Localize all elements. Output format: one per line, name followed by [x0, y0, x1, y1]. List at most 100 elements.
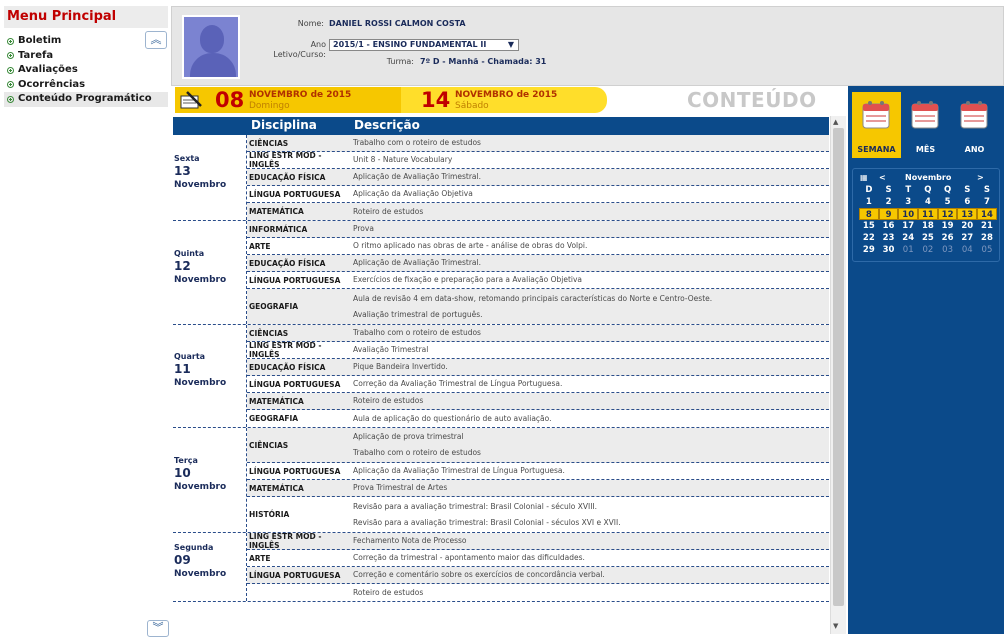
descricao-cell: Aplicação da Avaliação Trimestral de Lín…: [351, 463, 829, 479]
day-cell: Quinta 12 Novembro: [173, 221, 247, 324]
day-weekday: Quarta: [174, 352, 206, 361]
view-year-label: ANO: [964, 145, 985, 154]
calendar-day[interactable]: 30: [879, 244, 899, 256]
descricao-cell: Roteiro de estudos: [351, 584, 829, 601]
calendar-day[interactable]: 5: [938, 196, 958, 208]
disciplina-cell: LÍNGUA PORTUGUESA: [249, 275, 341, 285]
calendar-day[interactable]: 3: [898, 196, 918, 208]
calendar-day[interactable]: 13: [957, 208, 978, 220]
scroll-up-arrow-icon[interactable]: ▲: [833, 118, 838, 126]
descricao-line: Aplicação de Avaliação Trimestral.: [353, 172, 481, 181]
scroll-down-button[interactable]: ︾: [147, 620, 169, 637]
calendar-day[interactable]: 2: [879, 196, 899, 208]
plus-circle-icon: [7, 95, 14, 103]
calendar-panel: SEMANA MÊS ANO ▦ < Novembro > D S T Q Q …: [848, 86, 1004, 634]
plus-circle-icon: [7, 37, 14, 45]
calendar-day[interactable]: 10: [898, 208, 919, 220]
table-scrollbar[interactable]: ▲ ▼: [830, 116, 846, 634]
disciplina-cell: LÍNGUA PORTUGUESA: [249, 379, 341, 389]
scroll-thumb[interactable]: [833, 128, 844, 606]
descricao-cell: Correção da trimestral - apontamento mai…: [351, 550, 829, 566]
calendar-day[interactable]: 03: [938, 244, 958, 256]
calendar-day[interactable]: 1: [859, 196, 879, 208]
table-row: LING ESTR MOD - INGLÊS Avaliação Trimestr…: [247, 341, 829, 359]
calendar-day[interactable]: 6: [957, 196, 977, 208]
calendar-day[interactable]: 20: [957, 220, 977, 232]
day-cell: Terça 10 Novembro: [173, 428, 247, 532]
scroll-down-arrow-icon[interactable]: ▼: [833, 622, 838, 630]
day-month: Novembro: [174, 274, 227, 285]
double-chevron-down-icon: ︾: [152, 621, 164, 634]
menu-item[interactable]: Avaliações: [4, 63, 168, 78]
weekday-row: DSTQQSS: [859, 184, 997, 196]
calendar-day[interactable]: 9: [878, 208, 899, 220]
day-weekday: Terça: [174, 456, 198, 465]
calendar-day[interactable]: 23: [879, 232, 899, 244]
disciplina-cell: LING ESTR MOD - INGLÊS: [249, 341, 322, 359]
descricao-line: Aula de revisão 4 em data-show, retomand…: [353, 293, 713, 303]
turma-value: 7º D - Manhã - Chamada: 31: [420, 57, 547, 66]
view-month-button[interactable]: MÊS: [901, 92, 950, 158]
calendar-day[interactable]: 26: [938, 232, 958, 244]
calendar-day[interactable]: 28: [977, 232, 997, 244]
menu-item[interactable]: Conteúdo Programático: [4, 92, 168, 107]
menu-item[interactable]: Tarefa: [4, 49, 168, 64]
descricao-cell: Aplicação de Avaliação Trimestral.: [351, 255, 829, 271]
table-row: LING ESTR MOD - INGLÊS Fechamento Nota de…: [247, 532, 829, 550]
calendar-day[interactable]: 24: [898, 232, 918, 244]
table-row: LÍNGUA PORTUGUESA Aplicação da Avaliação …: [247, 463, 829, 480]
calendar-day[interactable]: 12: [937, 208, 958, 220]
weekday-label: S: [983, 185, 991, 195]
day-cell: Quarta 11 Novembro: [173, 325, 247, 427]
day-cell: Sexta 13 Novembro: [173, 135, 247, 220]
calendar-day[interactable]: 15: [859, 220, 879, 232]
calendar-day[interactable]: 02: [918, 244, 938, 256]
calendar-day[interactable]: 01: [898, 244, 918, 256]
calendar-day[interactable]: 11: [918, 208, 938, 220]
calendar-day[interactable]: 25: [918, 232, 938, 244]
calendar-day[interactable]: 19: [938, 220, 958, 232]
descricao-line: Exercícios de fixação e preparação para …: [353, 275, 583, 284]
calendar-day[interactable]: 29: [859, 244, 879, 256]
disciplina-cell: MATEMÁTICA: [249, 396, 304, 406]
descricao-cell: Pique Bandeira Invertido.: [351, 359, 829, 375]
calendar-day[interactable]: 21: [977, 220, 997, 232]
nome-label: Nome:: [297, 19, 324, 28]
day-group: Terça 10 Novembro CIÊNCIAS Aplicação de prov…: [173, 428, 829, 533]
calendar-day[interactable]: 27: [957, 232, 977, 244]
view-year-button[interactable]: ANO: [950, 92, 999, 158]
calendar-day[interactable]: 05: [977, 244, 997, 256]
letivo-curso-label: Letivo/Curso:: [273, 50, 326, 59]
menu-item[interactable]: Boletim: [4, 34, 168, 49]
descricao-line: Trabalho com o roteiro de estudos: [353, 328, 481, 337]
descricao-line: Aplicação de prova trimestral: [353, 432, 464, 441]
view-week-button[interactable]: SEMANA: [852, 92, 901, 158]
table-row: CIÊNCIAS Aplicação de prova trimestral Tra…: [247, 428, 829, 463]
calendar-day[interactable]: 22: [859, 232, 879, 244]
mini-calendar: ▦ < Novembro > DSTQQSS 1 2 3 4 5 6 7 8 9 10 11 12 13…: [852, 168, 1000, 262]
calendar-day[interactable]: 17: [898, 220, 918, 232]
ano-curso-select[interactable]: 2015/1 - ENSINO FUNDAMENTAL II ▼: [329, 39, 519, 51]
descricao-line: O ritmo aplicado nas obras de arte - aná…: [353, 241, 588, 250]
calendar-day[interactable]: 4: [918, 196, 938, 208]
day-number: 11: [174, 362, 191, 376]
weekday-label: Q: [924, 185, 932, 195]
calendar-day[interactable]: 04: [957, 244, 977, 256]
calendar-day[interactable]: 8: [859, 208, 879, 220]
prev-month-button[interactable]: <: [879, 173, 886, 182]
disciplina-cell: [247, 584, 351, 601]
calendar-day[interactable]: 7: [977, 196, 997, 208]
next-month-button[interactable]: >: [977, 173, 984, 182]
descricao-cell: Exercícios de fixação e preparação para …: [351, 272, 829, 288]
plus-circle-icon: [7, 66, 14, 74]
menu-item[interactable]: Ocorrências: [4, 78, 168, 93]
calendar-day[interactable]: 16: [879, 220, 899, 232]
weekday-label: S: [964, 185, 971, 195]
disciplina-cell: LING ESTR MOD - INGLÊS: [249, 151, 322, 169]
table-row: HISTÓRIA Revisão para a avaliação trimest…: [247, 497, 829, 532]
calendar-day[interactable]: 18: [918, 220, 938, 232]
day-month: Novembro: [174, 179, 227, 190]
day-weekday: Segunda: [174, 543, 214, 552]
disciplina-cell: GEOGRAFIA: [249, 302, 299, 311]
calendar-day[interactable]: 14: [977, 208, 997, 220]
